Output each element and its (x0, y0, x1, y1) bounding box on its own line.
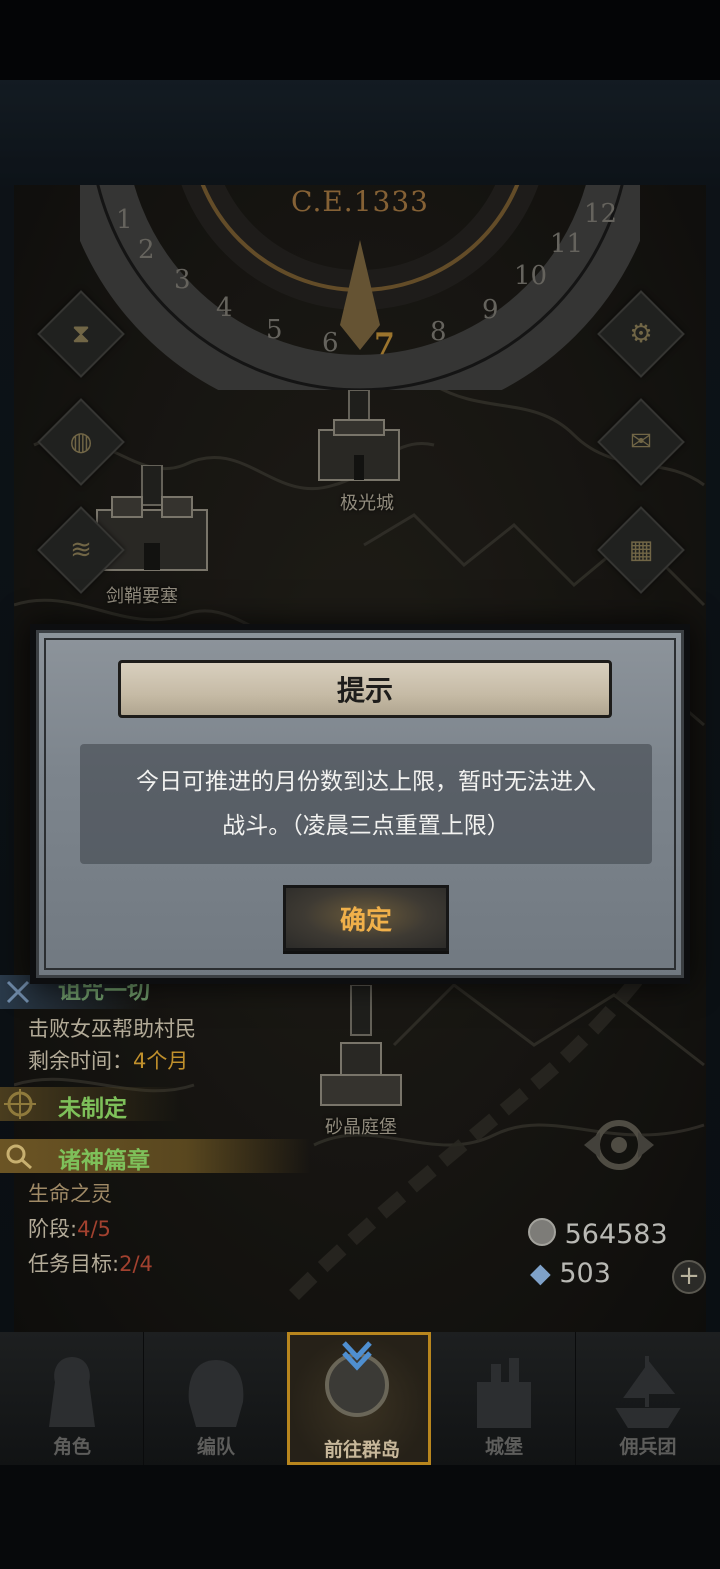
notice-dialog: 提示 今日可推进的月份数到达上限，暂时无法进入 战斗。（凌晨三点重置上限） 确定 (30, 624, 690, 984)
goal-value: 2/4 (119, 1252, 153, 1276)
nav-castle-label: 城堡 (484, 1436, 523, 1458)
main-quest-desc: 击败女巫帮助村民 (28, 1017, 196, 1041)
stage-label: 阶段: (28, 1217, 78, 1241)
knight-icon (49, 1357, 95, 1427)
silver-value: 564583 (564, 1219, 668, 1250)
main-quest-time: 剩余时间：4个月 (28, 1045, 188, 1075)
nav-to-islands-label: 前往群岛 (323, 1439, 400, 1461)
crystal-icon: ◆ (530, 1258, 551, 1289)
goal-label: 任务目标: (28, 1252, 120, 1276)
add-currency-button[interactable]: + (672, 1260, 706, 1294)
confirm-button[interactable]: 确定 (283, 885, 449, 951)
dialog-message-line-1: 今日可推进的月份数到达上限，暂时无法进入 (136, 769, 596, 795)
nav-mercenary[interactable]: 佣兵团 (576, 1332, 720, 1465)
search-icon (6, 1144, 32, 1170)
silver-counter: 564583 (528, 1218, 668, 1250)
castle-icon (477, 1358, 531, 1428)
top-letterbox (0, 0, 720, 80)
chapter-title: 诸神篇章 (58, 1148, 150, 1174)
crossed-swords-icon (6, 980, 30, 1004)
dialog-message: 今日可推进的月份数到达上限，暂时无法进入 战斗。（凌晨三点重置上限） (80, 744, 652, 864)
ship-icon (615, 1356, 681, 1428)
nav-to-islands[interactable]: 前往群岛 (287, 1332, 431, 1465)
chapter-name: 生命之灵 (28, 1182, 112, 1206)
bottom-nav: 角色 编队 前往群岛 城堡 佣兵团 (0, 1332, 720, 1465)
bottom-letterbox (0, 1465, 720, 1569)
dialog-title: 提示 (118, 660, 612, 718)
crystal-counter: ◆ 503 (530, 1258, 611, 1289)
compass-icon (325, 1341, 389, 1417)
unset-quest-strip[interactable]: 未制定 (0, 1087, 180, 1122)
silver-coin-icon (528, 1218, 556, 1246)
nav-character-label: 角色 (52, 1436, 91, 1458)
unset-quest-label: 未制定 (58, 1096, 127, 1122)
chapter-stage: 阶段:4/5 (28, 1213, 111, 1243)
stage-value: 4/5 (77, 1217, 111, 1241)
time-remaining-value: 4个月 (133, 1049, 189, 1073)
time-remaining-label: 剩余时间： (28, 1049, 133, 1073)
nav-formation[interactable]: 编队 (144, 1332, 288, 1465)
target-icon (4, 1089, 36, 1119)
nav-mercenary-label: 佣兵团 (619, 1436, 677, 1458)
dialog-message-line-2: 战斗。（凌晨三点重置上限） (222, 813, 510, 839)
crystal-value: 503 (559, 1258, 611, 1289)
helmet-icon (188, 1360, 244, 1427)
chapter-strip[interactable]: 诸神篇章 (0, 1139, 310, 1174)
nav-castle[interactable]: 城堡 (432, 1332, 576, 1465)
nav-formation-label: 编队 (196, 1436, 235, 1458)
chapter-goal: 任务目标:2/4 (28, 1248, 153, 1278)
nav-character[interactable]: 角色 (0, 1332, 144, 1465)
